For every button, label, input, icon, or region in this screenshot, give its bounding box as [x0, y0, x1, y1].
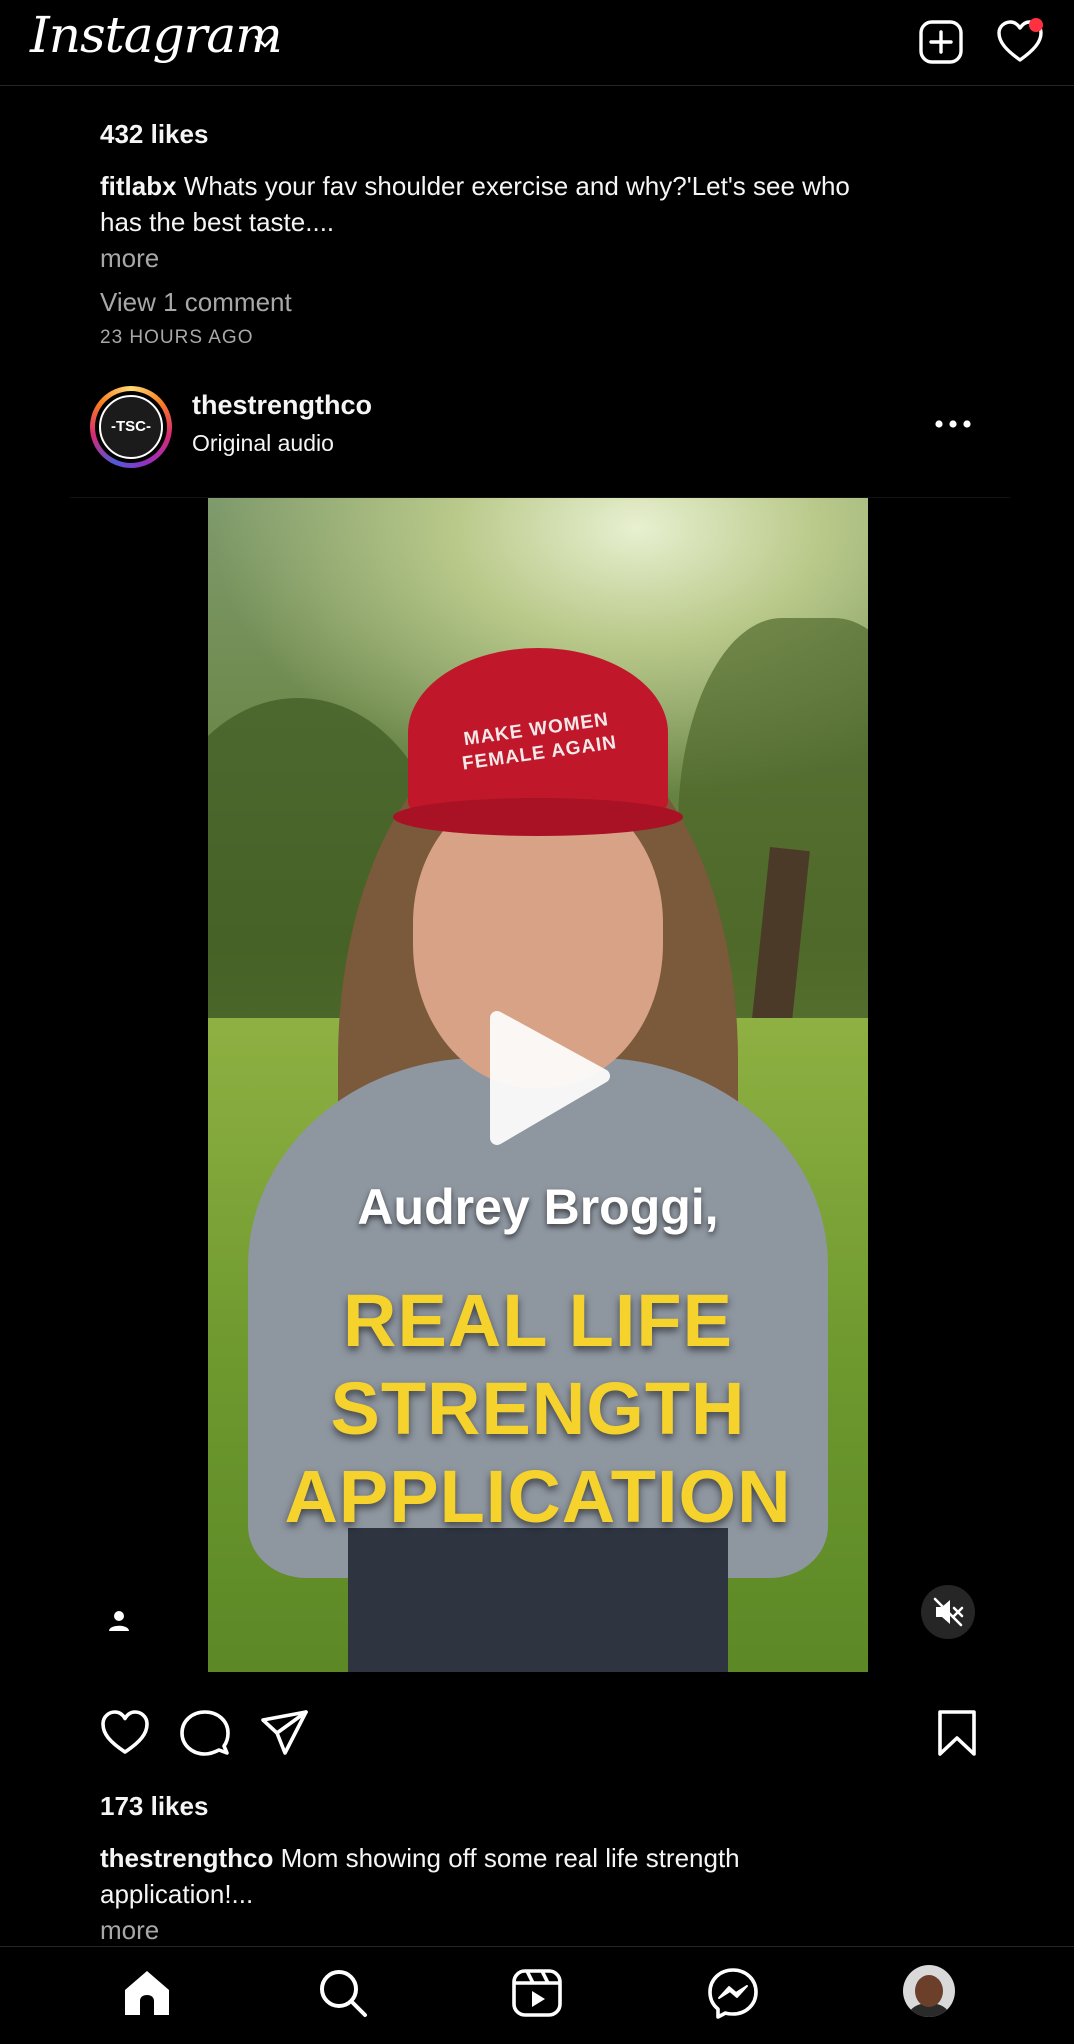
- post-video[interactable]: MAKE WOMEN FEMALE AGAIN Audrey Broggi, R…: [208, 498, 868, 1672]
- person-icon: [109, 1611, 129, 1631]
- caption-text-line2: has the best taste....: [100, 207, 335, 237]
- video-overlay-line2: STRENGTH: [330, 1367, 746, 1450]
- top-bar: Instagram: [0, 0, 1074, 86]
- caption-text-line1: Whats your fav shoulder exercise and why…: [183, 171, 850, 201]
- avatar-logo: -TSC-: [99, 395, 163, 459]
- post-timestamp: 23 HOURS AGO: [100, 327, 254, 348]
- post-username[interactable]: thestrengthco: [192, 390, 372, 421]
- home-icon[interactable]: [119, 1965, 175, 2021]
- play-icon[interactable]: [483, 1008, 613, 1148]
- post-audio-label[interactable]: Original audio: [192, 430, 334, 457]
- caption-username[interactable]: fitlabx: [100, 171, 177, 201]
- more-options-icon[interactable]: [930, 406, 976, 442]
- messenger-icon[interactable]: [705, 1965, 761, 2021]
- post-caption: thestrengthco Mom showing off some real …: [100, 1840, 1000, 1876]
- profile-avatar[interactable]: [903, 1965, 955, 2017]
- reels-icon[interactable]: [509, 1965, 565, 2021]
- comment-icon[interactable]: [179, 1707, 231, 1759]
- tagged-people-button[interactable]: [97, 1600, 141, 1644]
- save-bookmark-icon[interactable]: [931, 1707, 983, 1759]
- chevron-down-icon[interactable]: [250, 26, 280, 56]
- instagram-logo[interactable]: Instagram: [30, 6, 283, 64]
- caption-text-line2: application!...: [100, 1879, 254, 1909]
- previous-post-caption: fitlabx Whats your fav shoulder exercise…: [100, 168, 1000, 204]
- video-overlay-name: Audrey Broggi,: [357, 1179, 719, 1235]
- post-likes[interactable]: 173 likes: [100, 1788, 208, 1824]
- notification-dot: [1029, 18, 1043, 32]
- previous-post-likes[interactable]: 432 likes: [100, 116, 208, 152]
- caption-username[interactable]: thestrengthco: [100, 1843, 273, 1873]
- caption-text-line1: Mom showing off some real life strength: [280, 1843, 740, 1873]
- share-icon[interactable]: [259, 1707, 311, 1759]
- post-header: -TSC- thestrengthco Original audio: [70, 378, 1010, 498]
- video-overlay-line1: REAL LIFE: [343, 1279, 733, 1362]
- muted-speaker-icon: [933, 1597, 964, 1627]
- mute-button[interactable]: [921, 1585, 975, 1639]
- search-icon[interactable]: [315, 1965, 371, 2021]
- view-comments-link[interactable]: View 1 comment: [100, 284, 292, 320]
- caption-more-link[interactable]: more: [100, 240, 159, 276]
- like-heart-icon[interactable]: [99, 1707, 151, 1759]
- new-post-icon[interactable]: [917, 18, 965, 66]
- video-overlay-line3: APPLICATION: [284, 1455, 792, 1538]
- bottom-navigation: [0, 1946, 1074, 2044]
- avatar[interactable]: -TSC-: [90, 386, 172, 468]
- caption-more-link[interactable]: more: [100, 1912, 159, 1948]
